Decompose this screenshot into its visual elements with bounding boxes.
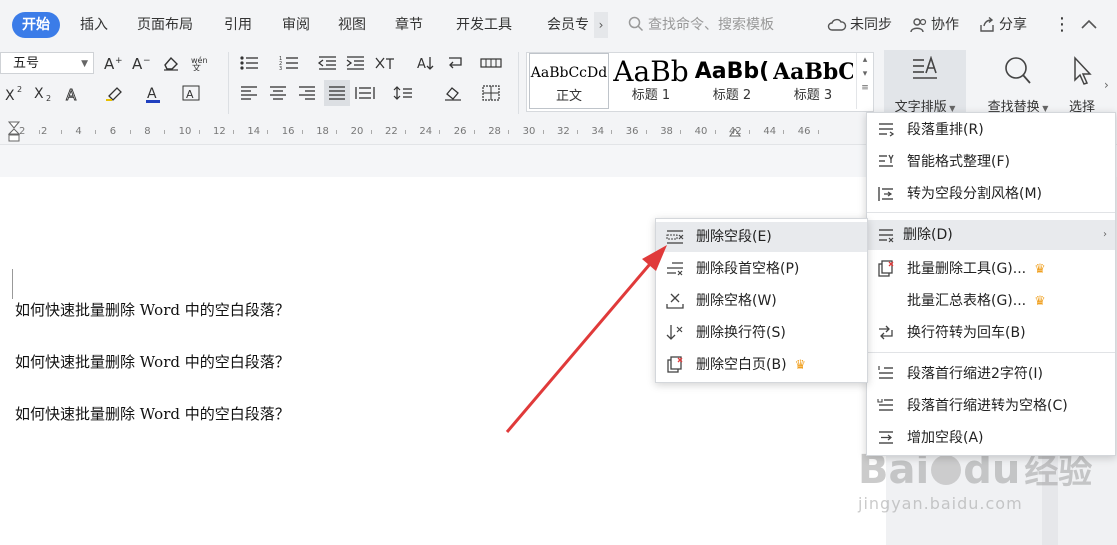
annotation-arrow bbox=[505, 245, 667, 433]
arrow-shaft bbox=[505, 263, 652, 433]
